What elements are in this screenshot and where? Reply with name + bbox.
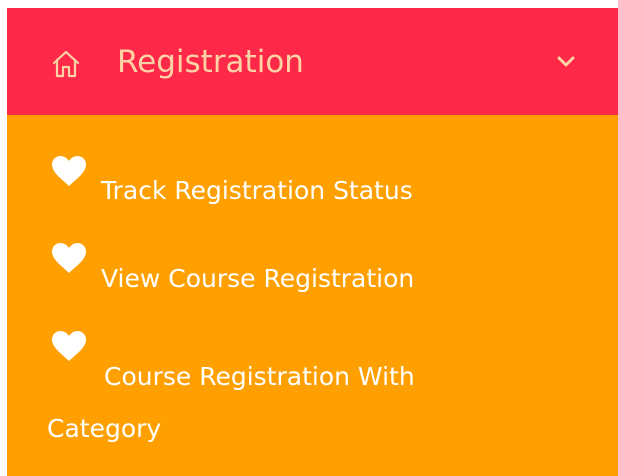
submenu-item-view-course-registration[interactable]: View Course Registration [7,242,567,302]
submenu-registration: Track Registration Status View Course Re… [7,115,618,476]
chevron-down-icon[interactable] [557,56,575,68]
heart-icon [51,155,87,187]
home-icon [51,49,81,79]
sidebar-menu: Registration Track Registration Status V… [7,8,618,476]
menu-header-label: Registration [117,44,304,80]
submenu-item-track-registration-status[interactable]: Track Registration Status [7,155,567,215]
submenu-item-label: View Course Registration [101,264,415,293]
submenu-item-course-registration-with-category[interactable]: Course Registration With Category [7,330,567,443]
menu-header-registration[interactable]: Registration [7,8,618,115]
submenu-item-label: Track Registration Status [101,176,413,205]
submenu-item-label: Course Registration With Category [47,362,415,443]
heart-icon [51,242,87,274]
